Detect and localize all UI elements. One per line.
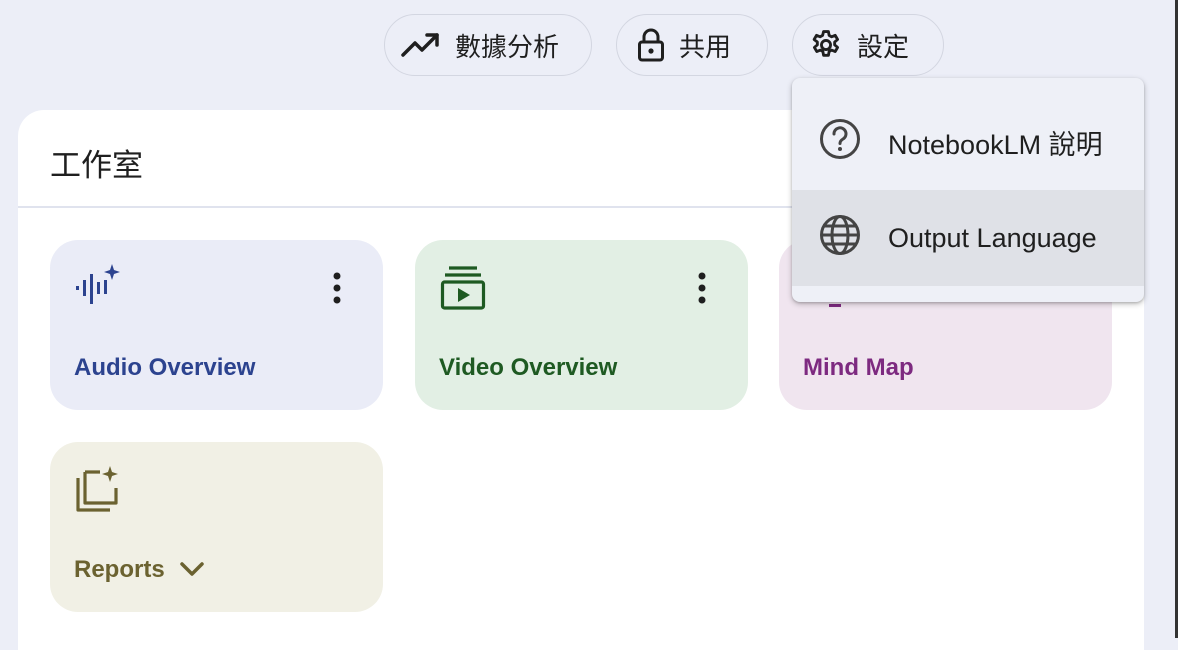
reports-icon [74, 466, 122, 514]
settings-label: 設定 [857, 31, 910, 62]
video-library-icon [439, 264, 487, 312]
reports-label: Reports [74, 556, 165, 583]
settings-dropdown-menu: NotebookLM 說明 Output Language [792, 78, 1144, 302]
chevron-down-icon[interactable] [179, 556, 205, 584]
analytics-label: 數據分析 [455, 31, 560, 62]
video-more-options-icon[interactable] [692, 270, 712, 310]
globe-icon [818, 213, 862, 264]
help-circle-icon [818, 117, 862, 168]
menu-item-help[interactable]: NotebookLM 說明 [792, 94, 1144, 190]
video-overview-card[interactable]: Video Overview [415, 240, 748, 410]
menu-item-help-label: NotebookLM 說明 [888, 129, 1103, 160]
studio-title: 工作室 [50, 148, 143, 183]
menu-item-output-language-label: Output Language [888, 222, 1097, 253]
share-label: 共用 [679, 31, 732, 62]
share-button[interactable]: 共用 [616, 14, 768, 76]
analytics-button[interactable]: 數據分析 [384, 14, 592, 76]
menu-item-output-language[interactable]: Output Language [792, 190, 1144, 286]
settings-button[interactable]: 設定 [792, 14, 944, 76]
reports-card[interactable]: Reports [50, 442, 383, 612]
reports-label-group[interactable]: Reports [74, 556, 205, 584]
trending-up-icon [401, 31, 441, 59]
audio-overview-label: Audio Overview [74, 354, 256, 381]
audio-more-options-icon[interactable] [327, 270, 347, 310]
video-overview-label: Video Overview [439, 354, 618, 381]
audio-overview-card[interactable]: Audio Overview [50, 240, 383, 410]
audio-waveform-icon [74, 264, 122, 312]
gear-icon [809, 28, 843, 62]
lock-icon [637, 28, 665, 62]
mind-map-label: Mind Map [803, 354, 914, 381]
